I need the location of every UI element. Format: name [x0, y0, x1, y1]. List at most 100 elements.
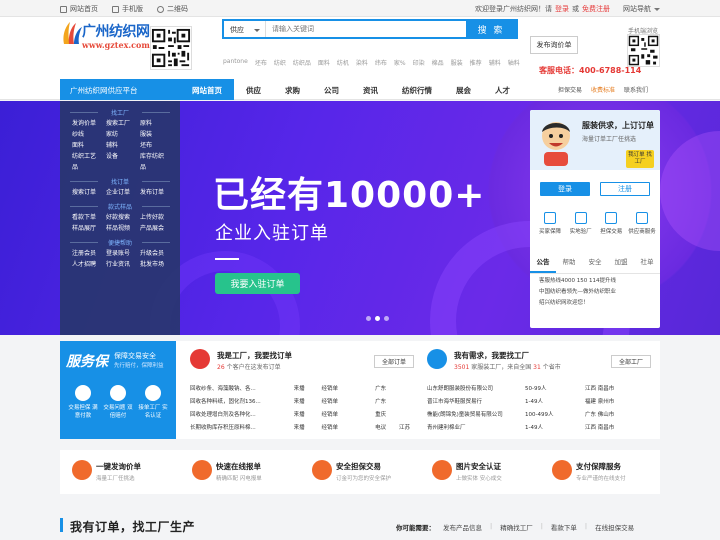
nav-item-talent[interactable]: 人才	[483, 79, 522, 100]
category-link[interactable]: 搜索工厂	[106, 120, 138, 128]
category-link[interactable]: 升级会员	[140, 250, 172, 258]
carousel-dot-active[interactable]	[375, 316, 380, 321]
table-row[interactable]: 回收处理增白剂及各种化... 来播 经销单 重庆	[190, 407, 410, 420]
hot-keyword[interactable]: 纺织品	[293, 58, 311, 67]
category-link[interactable]: 坯布	[140, 142, 172, 150]
category-link[interactable]: 家纺	[106, 131, 138, 139]
nav-item-news[interactable]: 资讯	[351, 79, 390, 100]
notice-item[interactable]: 客服热线4000 150 114提升线	[539, 276, 616, 287]
guarantee-item[interactable]: 交易担保 满意付款	[68, 385, 98, 420]
category-link[interactable]: 发询价单	[72, 120, 104, 128]
category-link[interactable]: 设备	[106, 153, 138, 161]
nav-item-expo[interactable]: 展会	[444, 79, 483, 100]
guarantee-item[interactable]: 交易问题 双倍赔付	[103, 385, 133, 420]
tab-notice[interactable]: 公告	[530, 252, 556, 273]
nav-item-company[interactable]: 公司	[312, 79, 351, 100]
notice-item[interactable]: 中国纺织看领先—做外纺织职业	[539, 287, 616, 298]
section-link[interactable]: 看款下单	[551, 522, 577, 532]
login-link[interactable]: 登录	[555, 4, 569, 14]
hot-keyword[interactable]: 面料	[318, 58, 330, 67]
carousel-dot[interactable]	[384, 316, 389, 321]
hot-keyword[interactable]: 服装	[451, 58, 463, 67]
service-supplier[interactable]: 供应商服务	[628, 212, 656, 235]
category-link[interactable]: 搜索订单	[72, 189, 104, 197]
hot-keyword[interactable]: 染料	[356, 58, 368, 67]
hot-keyword[interactable]: 棉品	[432, 58, 444, 67]
category-link[interactable]: 好款搜索	[106, 214, 138, 222]
qrcode-link[interactable]: 二维码	[157, 4, 188, 14]
category-link[interactable]: 库存纺织	[140, 153, 172, 161]
contact-link[interactable]: 联系我们	[624, 85, 648, 94]
carousel-dot[interactable]	[366, 316, 371, 321]
hot-keyword[interactable]: 轴料	[508, 58, 520, 67]
category-link[interactable]: 纱线	[72, 131, 104, 139]
category-link[interactable]: 上传好款	[140, 214, 172, 222]
panel-tag[interactable]: 我订单 找工厂	[626, 150, 654, 168]
category-link[interactable]: 样品展厅	[72, 225, 104, 233]
hot-keyword[interactable]: 推荐	[470, 58, 482, 67]
hot-keyword[interactable]: 辅料	[489, 58, 501, 67]
hot-keyword[interactable]: 纬布	[375, 58, 387, 67]
nav-item-supply[interactable]: 供应	[234, 79, 273, 100]
hot-keyword[interactable]: pantone	[223, 58, 248, 67]
section-link[interactable]: 精确找工厂	[500, 522, 533, 532]
all-orders-button[interactable]: 全部订单	[374, 355, 414, 368]
pricing-link[interactable]: 收费标准	[591, 85, 615, 94]
category-link[interactable]: 企业订单	[106, 189, 138, 197]
register-link[interactable]: 免费注册	[582, 4, 610, 14]
table-row[interactable]: 山东舒朗服装股份有限公司 50-99人 江西 南昌市	[427, 381, 614, 394]
nav-item-home[interactable]: 网站首页	[180, 79, 234, 100]
hot-keyword[interactable]: 纺织	[274, 58, 286, 67]
section-link[interactable]: 在线担保交易	[595, 522, 634, 532]
hot-keyword[interactable]: 家%	[394, 58, 406, 67]
category-link[interactable]: 发布订单	[140, 189, 172, 197]
table-row[interactable]: 回收各种料纸，固化剂136... 来播 经销单 广东	[190, 394, 410, 407]
join-button[interactable]: 我要入驻订单	[215, 273, 300, 294]
hot-keyword[interactable]: 坯布	[255, 58, 267, 67]
category-link[interactable]: 行业资讯	[106, 261, 138, 269]
category-link[interactable]: 原料	[140, 120, 172, 128]
search-category-select[interactable]: 供应	[224, 21, 266, 37]
table-row[interactable]: 晋江市海华鞋服贸易行 1-49人 福建 泉州市	[427, 394, 614, 407]
table-row[interactable]: 樵能(朗锦免)童装贸易有限公司 100-499人 广东 佛山市	[427, 407, 614, 420]
feature-image-cert[interactable]: 图片安全认证 上做实体 安心成交	[420, 450, 540, 494]
panel-register-button[interactable]: 注册	[600, 182, 650, 196]
mobile-link[interactable]: 手机版	[112, 4, 143, 14]
category-link[interactable]	[106, 164, 138, 172]
site-logo[interactable]: 广州纺织网 www.gztex.com	[60, 18, 152, 52]
category-link[interactable]: 辅料	[106, 142, 138, 150]
tab-help[interactable]: 帮助	[556, 252, 582, 273]
nav-item-purchase[interactable]: 求购	[273, 79, 312, 100]
escrow-link[interactable]: 担保交易	[558, 85, 582, 94]
category-link[interactable]: 纺织工艺	[72, 153, 104, 161]
table-row[interactable]: 青州建利棉业厂 1-49人 江西 南昌市	[427, 420, 614, 433]
service-factory-check[interactable]: 实地验厂	[567, 212, 595, 235]
category-link[interactable]: 登录账号	[106, 250, 138, 258]
panel-login-button[interactable]: 登录	[540, 182, 590, 196]
feature-payment[interactable]: 支付保障服务 专业严谨的在线支付	[540, 450, 660, 494]
category-link[interactable]: 面料	[72, 142, 104, 150]
feature-inquiry[interactable]: 一键发询价单 海量工厂任挑选	[60, 450, 180, 494]
category-link[interactable]: 人才招聘	[72, 261, 104, 269]
table-row[interactable]: 长期收购库存积压原料棉... 来播 经销单 电议 江苏	[190, 420, 410, 433]
category-link[interactable]: 品	[72, 164, 104, 172]
category-link[interactable]: 注册会员	[72, 250, 104, 258]
category-link[interactable]: 看款下单	[72, 214, 104, 222]
category-link[interactable]: 服装	[140, 131, 172, 139]
category-link[interactable]: 批发市场	[140, 261, 172, 269]
site-nav-link[interactable]: 网站导航	[623, 4, 651, 14]
home-link[interactable]: 网站首页	[60, 4, 98, 14]
category-link[interactable]: 样品视频	[106, 225, 138, 233]
hot-keyword[interactable]: 纺机	[337, 58, 349, 67]
all-factories-button[interactable]: 全部工厂	[611, 355, 651, 368]
section-link[interactable]: 发布产品信息	[443, 522, 482, 532]
tab-security[interactable]: 安全	[582, 252, 608, 273]
guarantee-item[interactable]: 接单工厂 实名认证	[138, 385, 168, 420]
category-link[interactable]: 品	[140, 164, 172, 172]
category-header[interactable]: 广州纺织网供应平台	[60, 79, 180, 100]
tab-social[interactable]: 社单	[634, 252, 660, 273]
service-escrow[interactable]: 担保交易	[597, 212, 625, 235]
feature-quote[interactable]: 快速在线报单 精确匹配 闪电报单	[180, 450, 300, 494]
hot-keyword[interactable]: 印染	[413, 58, 425, 67]
category-link[interactable]: 产品展会	[140, 225, 172, 233]
